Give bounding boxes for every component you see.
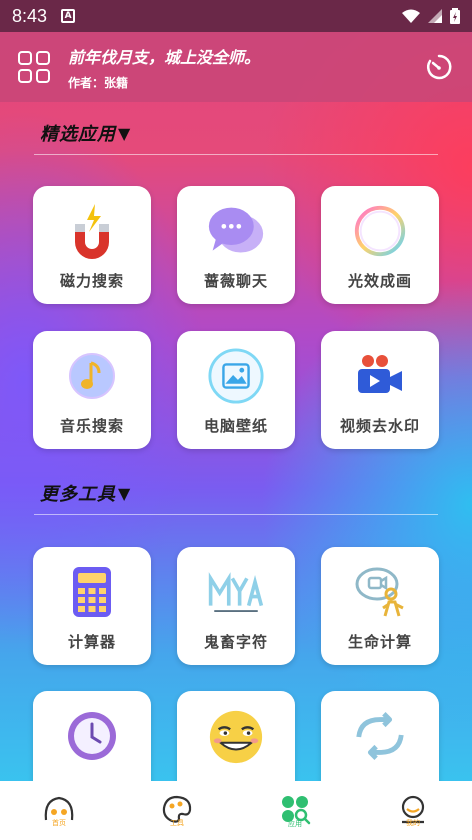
section-divider — [34, 154, 438, 155]
clock-icon — [63, 707, 121, 765]
menu-grid-icon[interactable] — [18, 51, 50, 83]
app-label: 视频去水印 — [339, 417, 420, 435]
quote-header: 前年伐月支，城上没全师。 作者：张籍 — [0, 32, 472, 102]
quote-text: 前年伐月支，城上没全师。 — [68, 47, 261, 67]
app-card-glow-painting[interactable]: 光效成画 — [321, 186, 439, 304]
tool-card-life-calc[interactable]: 生命计算 — [321, 547, 439, 665]
refresh-arrows-icon — [351, 707, 409, 765]
person-chat-icon — [351, 563, 409, 621]
tab-label: 我的 — [406, 818, 420, 827]
smiley-face-icon — [207, 707, 265, 765]
section-title: 更多工具 ▼ — [34, 480, 438, 506]
calculator-icon — [63, 563, 121, 621]
app-card-pc-wallpaper[interactable]: 电脑壁纸 — [177, 331, 295, 449]
wifi-icon — [402, 9, 420, 23]
app-card-music-search[interactable]: 音乐搜索 — [33, 331, 151, 449]
tab-tools[interactable]: 工具 — [147, 794, 207, 828]
app-card-video-watermark[interactable]: 视频去水印 — [321, 331, 439, 449]
tool-label: 鬼畜字符 — [203, 633, 268, 651]
signal-icon — [428, 9, 442, 23]
app-label: 蔷薇聊天 — [203, 272, 268, 290]
status-time: 8:43 — [12, 5, 48, 26]
quote-author: 作者：张籍 — [68, 75, 129, 90]
tool-label: 计算器 — [67, 633, 116, 651]
glow-ring-icon — [351, 202, 409, 260]
triangle-down-icon: ▼ — [118, 123, 132, 143]
bottom-tab-bar: 首页 工具 应用 我的 — [0, 781, 472, 840]
image-frame-icon — [207, 347, 265, 405]
tab-label: 工具 — [170, 818, 184, 827]
triangle-down-icon: ▼ — [118, 483, 132, 503]
ascii-art-icon — [207, 563, 265, 621]
timer-icon[interactable] — [424, 52, 454, 82]
battery-icon — [450, 8, 460, 24]
notification-icon: A — [61, 9, 76, 23]
quote-block: 前年伐月支，城上没全师。 作者：张籍 — [68, 44, 260, 91]
tool-card-ascii-art[interactable]: 鬼畜字符 — [177, 547, 295, 665]
tab-label: 首页 — [52, 818, 66, 827]
app-label: 电脑壁纸 — [203, 417, 268, 435]
app-card-magnet-search[interactable]: 磁力搜索 — [33, 186, 151, 304]
magnet-icon — [63, 202, 121, 260]
app-label: 磁力搜索 — [59, 272, 124, 290]
app-card-rose-chat[interactable]: 蔷薇聊天 — [177, 186, 295, 304]
tool-label: 生命计算 — [347, 633, 412, 651]
section-title-text: 精选应用 — [40, 124, 116, 145]
video-camera-icon — [351, 347, 409, 405]
tab-apps[interactable]: 应用 — [265, 793, 325, 829]
status-indicators — [402, 8, 460, 24]
tab-home[interactable]: 首页 — [29, 794, 89, 828]
status-bar: 8:43 A — [0, 0, 472, 32]
music-note-icon — [63, 347, 121, 405]
app-label: 音乐搜索 — [59, 417, 124, 435]
app-label: 光效成画 — [347, 272, 412, 290]
section-title: 精选应用 ▼ — [34, 120, 438, 146]
chat-bubble-icon — [207, 202, 265, 260]
section-title-text: 更多工具 — [40, 484, 116, 505]
section-featured: 精选应用 ▼ — [34, 120, 438, 155]
tool-card-calculator[interactable]: 计算器 — [33, 547, 151, 665]
section-divider — [34, 514, 438, 515]
tab-label: 应用 — [288, 819, 302, 828]
section-more-tools: 更多工具 ▼ — [34, 480, 438, 515]
tab-profile[interactable]: 我的 — [383, 794, 443, 828]
